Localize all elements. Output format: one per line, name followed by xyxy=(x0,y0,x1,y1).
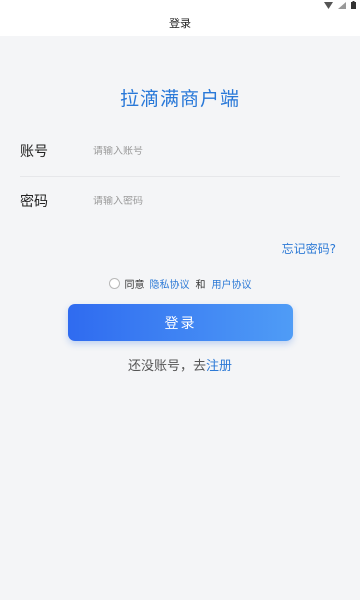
register-row: 还没账号，去注册 xyxy=(0,355,360,374)
privacy-agreement-link[interactable]: 隐私协议 xyxy=(150,276,190,291)
register-link[interactable]: 注册 xyxy=(206,359,232,374)
status-icons xyxy=(324,0,356,10)
page-title: 登录 xyxy=(169,17,191,30)
agreement-prefix: 同意 xyxy=(124,280,145,291)
password-row: 密码 xyxy=(20,176,340,226)
agreement-conjunction: 和 xyxy=(195,280,206,291)
password-label: 密码 xyxy=(20,194,48,210)
account-label: 账号 xyxy=(20,144,48,160)
forgot-password-link[interactable]: 忘记密码? xyxy=(282,240,336,257)
register-prompt: 还没账号，去 xyxy=(127,359,206,374)
password-input[interactable] xyxy=(93,195,313,207)
signal-icon xyxy=(338,1,346,9)
agreement-row: 同意 隐私协议 和 用户协议 xyxy=(0,276,360,291)
title-bar: 登录 xyxy=(0,10,360,36)
account-input[interactable] xyxy=(93,145,313,157)
account-row: 账号 xyxy=(20,126,340,177)
wifi-icon xyxy=(324,1,333,9)
status-bar xyxy=(0,0,360,10)
battery-icon xyxy=(351,1,356,9)
agreement-checkbox[interactable] xyxy=(108,278,120,289)
user-agreement-link[interactable]: 用户协议 xyxy=(212,276,252,291)
app-name: 拉滴满商户端 xyxy=(119,88,240,110)
login-button[interactable]: 登录 xyxy=(68,304,293,341)
